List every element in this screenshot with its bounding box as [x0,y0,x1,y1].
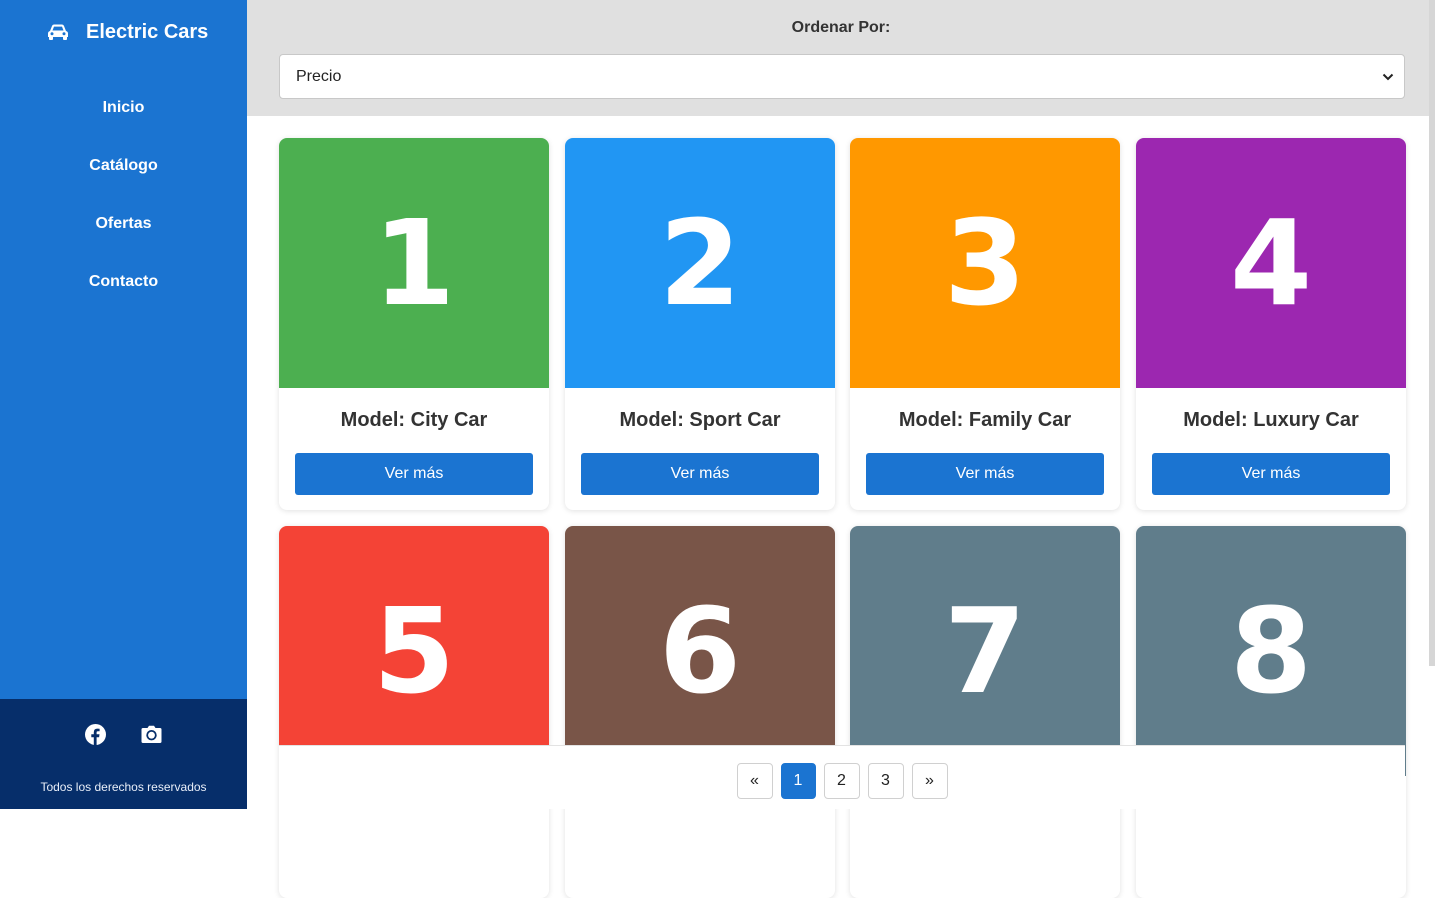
scrollbar[interactable] [1429,0,1435,666]
next-page-button[interactable]: » [911,763,948,799]
ver-mas-button[interactable]: Ver más [581,453,819,495]
car-card: 1 Model: City Car Ver más [279,138,549,510]
sort-bar: Ordenar Por: Precio [247,0,1435,116]
social-links [0,723,247,745]
car-card: 6 [565,526,835,898]
main-content: Ordenar Por: Precio 1 Model: City Car Ve… [247,0,1435,898]
facebook-icon[interactable] [85,723,107,745]
card-image: 4 [1136,138,1406,388]
sort-selected-value: Precio [296,67,342,85]
pagination-bar: « 1 2 3 » [279,745,1405,809]
car-card: 8 [1136,526,1406,898]
card-model: Model: Family Car [898,409,1072,431]
card-image: 1 [279,138,549,388]
page-button[interactable]: 3 [867,763,904,799]
nav-item-contacto[interactable]: Contacto [0,264,247,322]
sidebar: Electric Cars Inicio Catálogo Ofertas Co… [0,0,247,809]
card-image: 6 [565,526,835,776]
card-image: 3 [850,138,1120,388]
car-card: 5 [279,526,549,898]
ver-mas-button[interactable]: Ver más [866,453,1104,495]
car-card: 4 Model: Luxury Car Ver más [1136,138,1406,510]
page-button[interactable]: 1 [780,763,816,799]
card-image: 2 [565,138,835,388]
prev-page-button[interactable]: « [736,763,773,799]
page-button[interactable]: 2 [823,763,860,799]
card-model: Model: City Car [340,409,488,431]
card-model: Model: Luxury Car [1183,409,1359,431]
sort-label: Ordenar Por: [791,19,891,36]
chevron-down-icon [1382,70,1394,82]
nav-item-catalogo[interactable]: Catálogo [0,148,247,206]
brand-title: Electric Cars [86,20,209,43]
sort-select[interactable]: Precio [279,54,1405,99]
camera-icon[interactable] [141,723,163,745]
ver-mas-button[interactable]: Ver más [1152,453,1390,495]
ver-mas-button[interactable]: Ver más [295,453,533,495]
copyright-text: Todos los derechos reservados [40,780,207,794]
card-image: 5 [279,526,549,776]
car-card: 3 Model: Family Car Ver más [850,138,1120,510]
card-image: 7 [850,526,1120,776]
brand[interactable]: Electric Cars [0,0,247,64]
pagination: « 1 2 3 » [279,763,1405,799]
car-card: 2 Model: Sport Car Ver más [565,138,835,510]
nav-item-ofertas[interactable]: Ofertas [0,206,247,264]
car-icon [47,23,69,41]
card-model: Model: Sport Car [619,409,781,431]
card-image: 8 [1136,526,1406,776]
main-nav: Inicio Catálogo Ofertas Contacto [0,90,247,322]
nav-item-inicio[interactable]: Inicio [0,90,247,148]
car-card: 7 [850,526,1120,898]
sidebar-footer: Todos los derechos reservados [0,699,247,809]
